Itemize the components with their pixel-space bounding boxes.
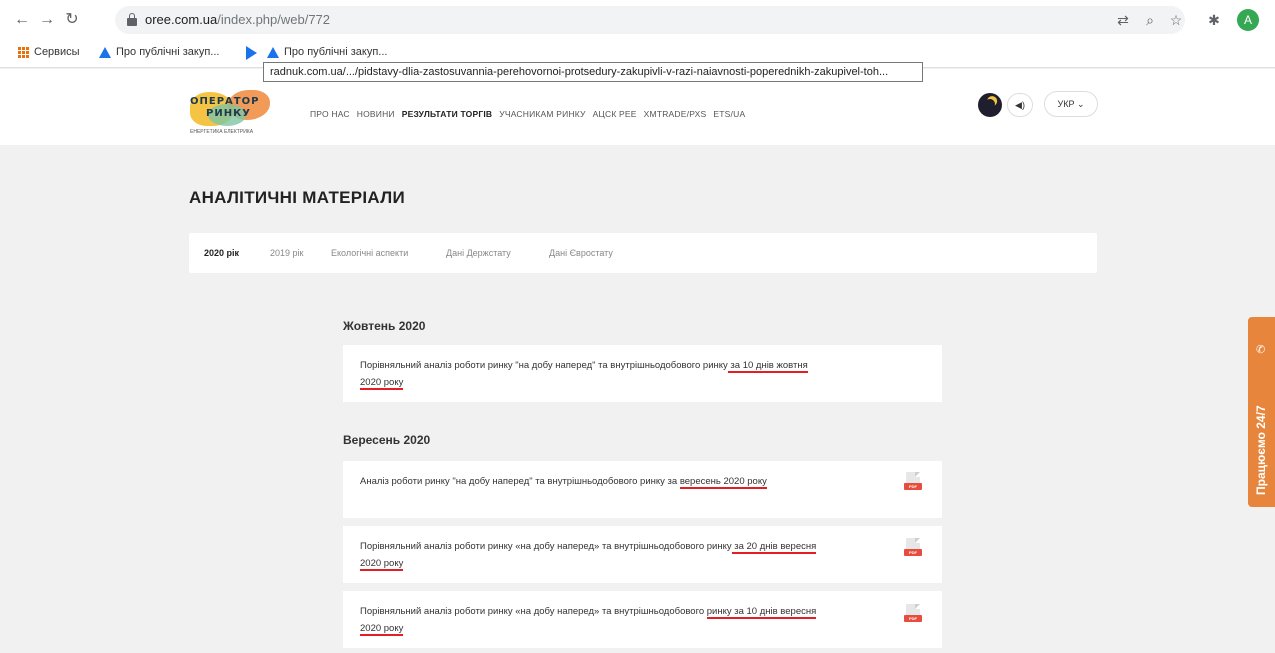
dark-mode-button[interactable]	[978, 93, 1002, 117]
site-logo[interactable]: ОПЕРАТОР РИНКУ ЕНЕРГЕТИКА ЕЛЕКТРИКА	[188, 86, 280, 136]
section-title: Жовтень 2020	[343, 319, 426, 333]
extensions-icon[interactable]: ✱	[1204, 10, 1224, 30]
reload-icon[interactable]: ↻	[62, 10, 82, 30]
sound-button[interactable]: ◀)	[1007, 93, 1033, 117]
tab-2019[interactable]: 2019 рік	[270, 248, 303, 258]
document-link[interactable]: Порівняльний аналіз роботи ринку «на доб…	[360, 603, 830, 637]
speaker-icon: ◀)	[1015, 100, 1025, 110]
lock-icon	[127, 13, 137, 26]
address-bar[interactable]: oree.com.ua/index.php/web/772	[115, 6, 1185, 34]
nav-news[interactable]: НОВИНИ	[357, 109, 395, 119]
url-text[interactable]: oree.com.ua/index.php/web/772	[145, 12, 330, 27]
support-label: Працюємо 24/7	[1254, 405, 1268, 495]
language-select[interactable]: УКР ⌄	[1044, 91, 1098, 117]
forward-icon[interactable]: →	[37, 10, 57, 30]
moon-icon	[984, 98, 997, 111]
drive-icon	[99, 46, 111, 58]
support-24-7-tab[interactable]: ✆ Працюємо 24/7	[1248, 317, 1275, 507]
document-link[interactable]: Порівняльний аналіз роботи ринку "на доб…	[360, 357, 830, 391]
nav-ets[interactable]: ETS/UA	[713, 109, 745, 119]
pdf-icon[interactable]: PDF	[904, 472, 922, 494]
link-tooltip: radnuk.com.ua/.../pidstavy-dlia-zastosuv…	[263, 62, 923, 82]
nav-market-participants[interactable]: УЧАСНИКАМ РИНКУ	[499, 109, 585, 119]
star-icon[interactable]: ☆	[1166, 10, 1186, 30]
nav-about[interactable]: ПРО НАС	[310, 109, 350, 119]
bookmark-apps[interactable]: Сервисы	[18, 46, 80, 58]
document-card[interactable]: Порівняльний аналіз роботи ринку "на доб…	[343, 345, 942, 402]
browser-toolbar: ← → ↻ oree.com.ua/index.php/web/772 ⇄ ⌕ …	[0, 0, 1275, 40]
tab-eurostat[interactable]: Дані Євростату	[549, 248, 613, 258]
main-nav: ПРО НАС НОВИНИ РЕЗУЛЬТАТИ ТОРГІВ УЧАСНИК…	[310, 109, 752, 119]
section-title: Вересень 2020	[343, 433, 431, 447]
document-link[interactable]: Аналіз роботи ринку "на добу наперед" та…	[360, 473, 830, 490]
page-title: АНАЛІТИЧНІ МАТЕРІАЛИ	[189, 188, 405, 207]
phone-icon: ✆	[1256, 344, 1266, 356]
zoom-icon[interactable]: ⌕	[1140, 10, 1160, 30]
tab-ecology[interactable]: Екологічні аспекти	[331, 248, 408, 258]
tab-2020[interactable]: 2020 рік	[204, 248, 239, 258]
year-tabs: 2020 рік 2019 рік Екологічні аспекти Дан…	[189, 233, 1097, 273]
apps-grid-icon	[18, 46, 29, 58]
play-icon	[246, 46, 257, 60]
document-link[interactable]: Порівняльний аналіз роботи ринку «на доб…	[360, 538, 830, 572]
nav-acsk[interactable]: АЦСК РЕЕ	[593, 109, 637, 119]
document-card[interactable]: Порівняльний аналіз роботи ринку «на доб…	[343, 526, 942, 583]
bookmark-item[interactable]: Про публічні закуп...	[267, 46, 387, 58]
tab-derzhstat[interactable]: Дані Держстату	[446, 248, 511, 258]
translate-icon[interactable]: ⇄	[1113, 10, 1133, 30]
nav-trading-results[interactable]: РЕЗУЛЬТАТИ ТОРГІВ	[402, 109, 493, 119]
bookmark-item[interactable]: Про публічні закуп...	[99, 46, 219, 58]
profile-avatar[interactable]: A	[1237, 9, 1259, 31]
pdf-icon[interactable]: PDF	[904, 538, 922, 560]
document-card[interactable]: Аналіз роботи ринку "на добу наперед" та…	[343, 461, 942, 518]
back-icon[interactable]: ←	[12, 10, 32, 30]
document-card[interactable]: Порівняльний аналіз роботи ринку «на доб…	[343, 591, 942, 648]
drive-icon	[267, 46, 279, 58]
pdf-icon[interactable]: PDF	[904, 604, 922, 626]
nav-xmtrade[interactable]: XMTRADE/РХS	[644, 109, 707, 119]
bookmark-play[interactable]	[246, 46, 257, 60]
